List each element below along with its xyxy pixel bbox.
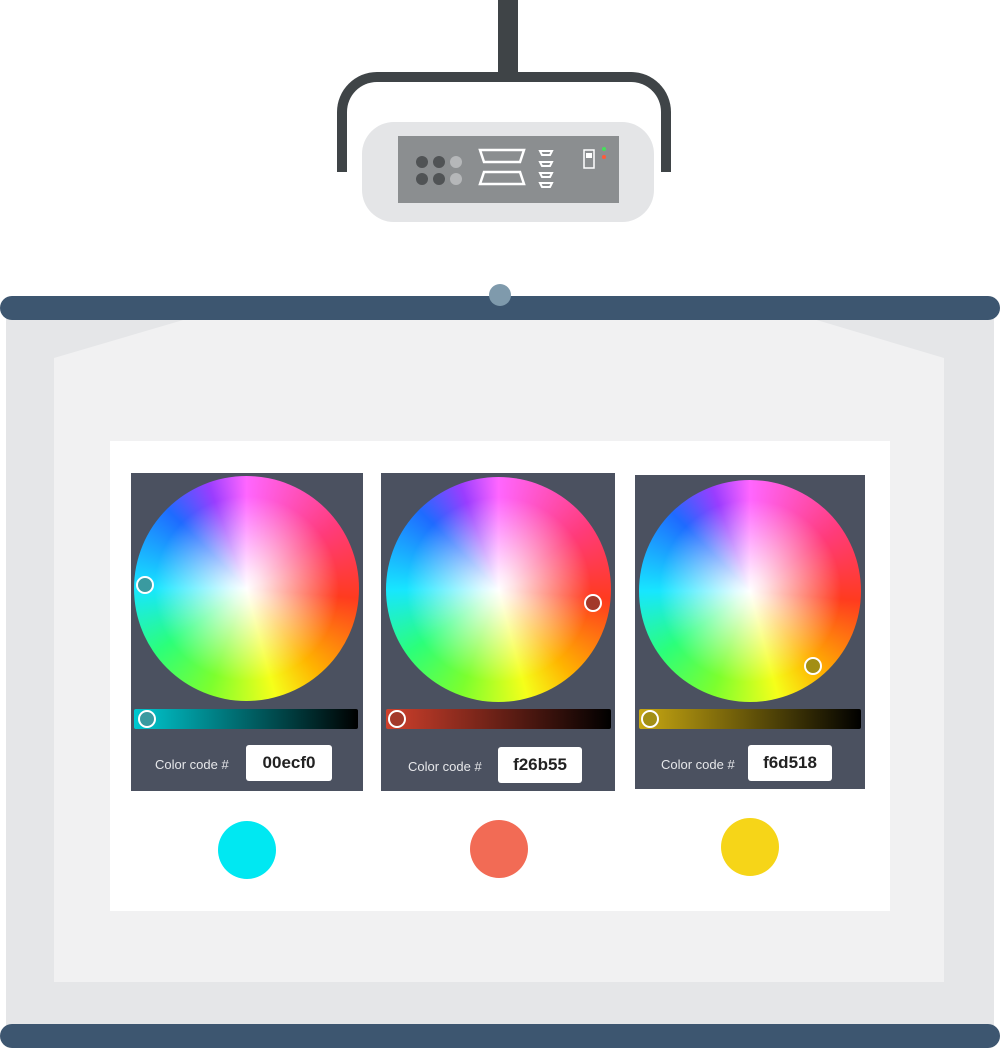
brightness-slider[interactable] [134, 709, 358, 729]
screen-bottom-bar [0, 1024, 1000, 1048]
color-code-input[interactable]: 00ecf0 [246, 745, 332, 781]
brightness-slider[interactable] [386, 709, 611, 729]
color-wheel-handle[interactable] [804, 657, 822, 675]
color-wheel-handle[interactable] [136, 576, 154, 594]
projector-buttons-icon [416, 147, 606, 188]
color-code-label: Color code # [661, 757, 735, 772]
projector-hanger-left [337, 140, 347, 172]
brightness-slider-handle[interactable] [138, 710, 156, 728]
projector-hanger-right [661, 140, 671, 172]
projector-mount-pole [498, 0, 518, 76]
color-wheel[interactable] [134, 476, 359, 701]
color-wheel[interactable] [386, 477, 611, 702]
color-code-label: Color code # [408, 759, 482, 774]
color-wheel-handle[interactable] [584, 594, 602, 612]
screen-pull-knob [489, 284, 511, 306]
color-swatch [721, 818, 779, 876]
color-swatch [218, 821, 276, 879]
brightness-slider-handle[interactable] [388, 710, 406, 728]
color-code-input[interactable]: f26b55 [498, 747, 582, 783]
color-code-label: Color code # [155, 757, 229, 772]
color-picker-panel: Color code # f26b55 [381, 473, 615, 791]
color-wheel[interactable] [639, 480, 861, 702]
color-picker-panel: Color code # 00ecf0 [131, 473, 363, 791]
color-picker-panel: Color code # f6d518 [635, 475, 865, 789]
projected-content: Color code # 00ecf0 Color code # f26b55 … [110, 441, 890, 911]
color-code-input[interactable]: f6d518 [748, 745, 832, 781]
projector-control-panel [398, 136, 619, 203]
color-swatch [470, 820, 528, 878]
brightness-slider[interactable] [639, 709, 861, 729]
brightness-slider-handle[interactable] [641, 710, 659, 728]
